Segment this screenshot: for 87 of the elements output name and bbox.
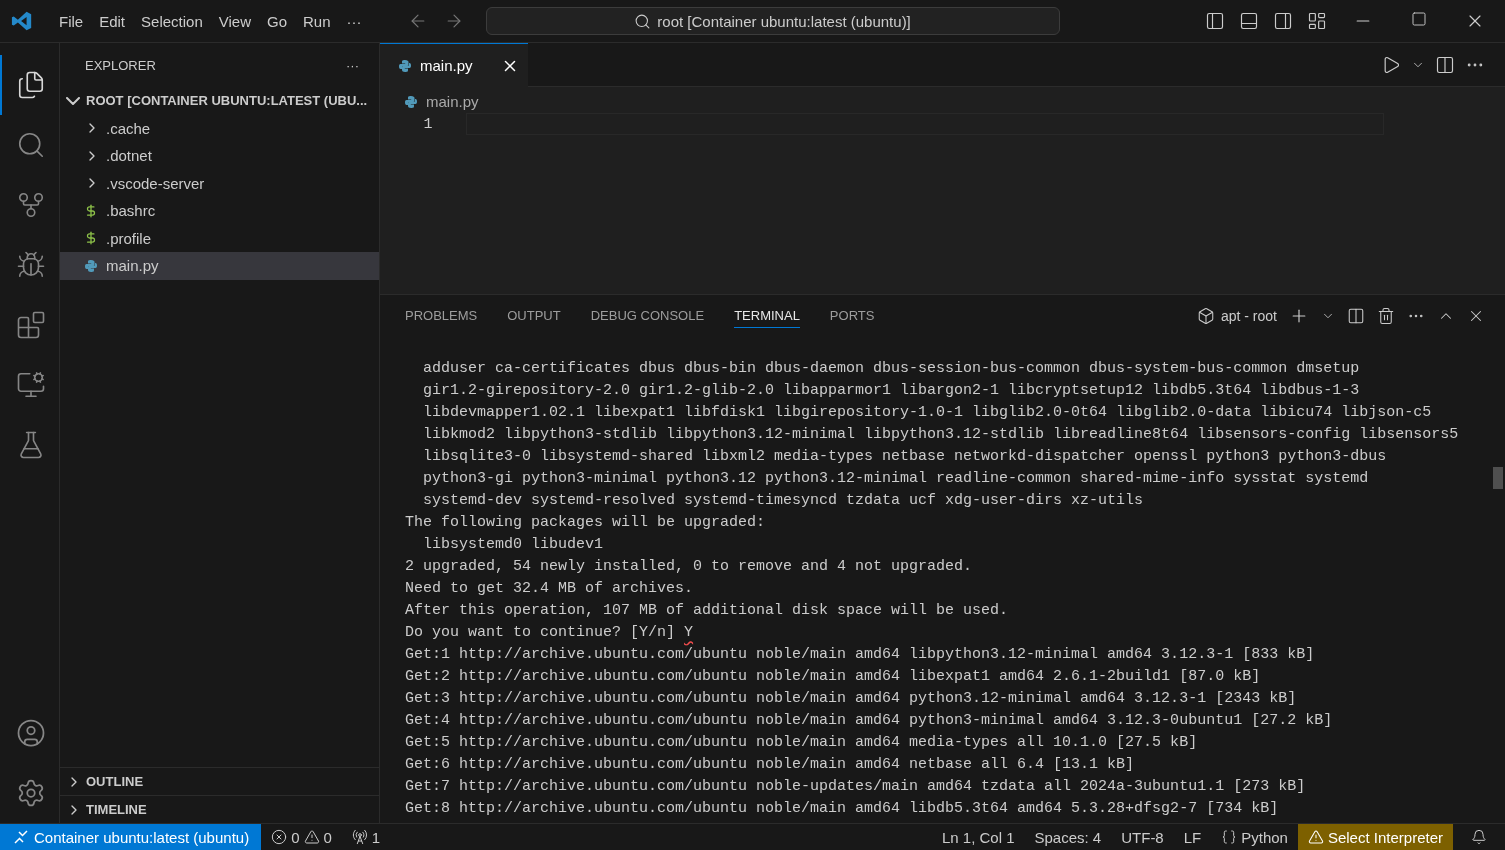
menu-item[interactable]: File: [51, 12, 92, 30]
menu-item[interactable]: Run: [295, 12, 339, 30]
bell-icon: [1471, 829, 1487, 845]
terminal-line: Get:3 http://archive.ubuntu.com/ubuntu noble/main amd64 python3.12-minimal amd64 3.12.3-1 [2343 kB]: [405, 689, 1297, 709]
terminal-line: 2 upgraded, 54 newly installed, 0 to remove and 4 not upgraded.: [405, 557, 973, 577]
vscode-logo: [11, 10, 33, 32]
terminal-line: Get:2 http://archive.ubuntu.com/ubuntu noble/main amd64 libexpat1 amd64 2.6.1-2build1 [87.0 kB]: [405, 667, 1261, 687]
file-tree-item[interactable]: .dotnet: [60, 142, 379, 170]
terminal-line: python3-gi python3-minimal python3.12 python3.12-minimal readline-common shared-mime-info sysstat systemd: [422, 469, 1369, 489]
terminal-line: Get:8 http://archive.ubuntu.com/ubuntu noble/main amd64 libdb5.3t64 amd64 5.3.28+dfsg2-7 [734 kB]: [405, 799, 1279, 819]
select-interpreter-button[interactable]: Select Interpreter: [1297, 824, 1453, 850]
terminal-line: After this operation, 107 MB of additional disk space will be used.: [405, 601, 1009, 621]
panel-tab[interactable]: DEBUG CONSOLE: [590, 304, 705, 328]
panel-tab[interactable]: OUTPUT: [507, 304, 561, 328]
terminal-line: The following packages will be upgraded:: [405, 513, 766, 533]
terminal-line: systemd-dev systemd-resolved systemd-timesyncd tzdata ucf xdg-user-dirs xz-utils: [422, 491, 1144, 511]
braces-icon: [1221, 829, 1238, 845]
terminal-line: Get:7 http://archive.ubuntu.com/ubuntu noble-updates/main amd64 tzdata all 2024a-3ubuntu1.1 [273 kB]: [405, 777, 1306, 797]
toggle-secondary-sidebar-icon[interactable]: [1273, 11, 1293, 31]
line-number: 1: [422, 115, 434, 133]
split-terminal-icon[interactable]: [1347, 307, 1365, 325]
panel-tab[interactable]: TERMINAL: [734, 304, 800, 328]
split-editor-icon[interactable]: [1435, 54, 1455, 75]
file-tree-item[interactable]: .bashrc: [60, 197, 379, 225]
file-tree-item[interactable]: .cache: [60, 114, 379, 142]
terminal-line: Get:6 http://archive.ubuntu.com/ubuntu noble/main amd64 netbase all 6.4 [13.1 kB]: [405, 755, 1135, 775]
status-item[interactable]: Ln 1, Col 1: [931, 824, 1025, 850]
account-icon[interactable]: [15, 718, 46, 748]
panel-tab[interactable]: PROBLEMS: [405, 304, 478, 328]
problems-indicator[interactable]: 0 0: [261, 824, 342, 850]
file-tree-item[interactable]: main.py: [60, 252, 379, 280]
file-tree-item[interactable]: .profile: [60, 224, 379, 252]
status-item[interactable]: UTF-8: [1111, 824, 1174, 850]
terminal-line: libsystemd0 libudev1: [422, 535, 604, 555]
terminal-line: Need to get 32.4 MB of archives.: [405, 579, 694, 599]
terminal-line: Do you want to continue? [Y/n] Y: [405, 623, 694, 643]
terminal-name[interactable]: apt - root: [1220, 308, 1277, 324]
remote-indicator[interactable]: Container ubuntu:latest (ubuntu): [0, 824, 262, 850]
command-center[interactable]: root [Container ubuntu:latest (ubuntu)]: [485, 7, 1060, 35]
folder-root[interactable]: ROOT [CONTAINER UBUNTU:LATEST (UBU...: [60, 87, 379, 115]
maximize-icon[interactable]: [1411, 11, 1427, 27]
language-indicator[interactable]: Python: [1211, 824, 1298, 850]
toggle-sidebar-icon[interactable]: [1205, 11, 1225, 31]
remote-icon: [14, 830, 28, 844]
breadcrumb[interactable]: main.py: [426, 93, 479, 110]
dollar-icon: [84, 231, 98, 246]
terminal-box-icon[interactable]: [1196, 307, 1215, 325]
error-icon: [271, 829, 288, 845]
warning-icon: [303, 829, 320, 845]
remote-monitor-icon: [15, 370, 46, 400]
editor-tab[interactable]: main.py: [380, 43, 528, 87]
terminal-line: libdevmapper1.02.1 libexpat1 libfdisk1 libgirepository-1.0-1 libglib2.0-0t64 libglib2.0-data libicu74 libjson-c5: [422, 403, 1432, 423]
panel-tab[interactable]: PORTS: [829, 304, 875, 328]
layout-icon[interactable]: [1307, 11, 1327, 31]
command-center-text: root [Container ubuntu:latest (ubuntu)]: [657, 12, 911, 30]
search-icon: [634, 12, 652, 30]
python-file-icon: [404, 94, 418, 109]
sidebar-section[interactable]: TIMELINE: [60, 795, 379, 823]
terminal-line: Get:1 http://archive.ubuntu.com/ubuntu noble/main amd64 libpython3.12-minimal amd64 3.12.3-1 [833 kB]: [405, 645, 1315, 665]
toggle-panel-icon[interactable]: [1239, 11, 1259, 31]
antenna-icon: [351, 829, 368, 845]
sidebar-section[interactable]: OUTLINE: [60, 767, 379, 795]
terminal-line: Get:5 http://archive.ubuntu.com/ubuntu noble/main amd64 media-types all 10.1.0 [27.5 kB]: [405, 733, 1198, 753]
terminal-line: adduser ca-certificates dbus dbus-bin dbus-daemon dbus-session-bus-common dbus-system-bus-common dmsetup: [422, 359, 1360, 379]
terminal-line: libsqlite3-0 libsystemd-shared libxml2 media-types netbase networkd-dispatcher openssl python3 python3-dbus: [422, 447, 1387, 467]
warning-icon: [1307, 829, 1324, 845]
sidebar-title: EXPLORER: [85, 57, 156, 73]
trash-icon[interactable]: [1377, 307, 1395, 325]
python-file-icon: [84, 258, 98, 273]
menu-item[interactable]: Go: [259, 12, 295, 30]
status-item[interactable]: LF: [1173, 824, 1212, 850]
python-file-icon: [398, 58, 412, 73]
menu-item[interactable]: ···: [338, 12, 370, 30]
menu-item[interactable]: Selection: [133, 12, 211, 30]
terminal-line: gir1.2-girepository-2.0 gir1.2-glib-2.0 libapparmor1 libargon2-1 libcryptsetup12 libdb5.3t64 libdbus-1-3: [422, 381, 1360, 401]
terminal-line: Get:4 http://archive.ubuntu.com/ubuntu noble/main amd64 python3-minimal amd64 3.12.3-0ubuntu1 [27.2 kB]: [405, 711, 1333, 731]
menu-item[interactable]: View: [210, 12, 259, 30]
scrollbar-thumb[interactable]: [1493, 467, 1503, 489]
terminal-line: libkmod2 libpython3-stdlib libpython3.12-minimal libpython3.12-stdlib libreadline8t64 libsensors-config libsensors5: [422, 425, 1459, 445]
file-tree-item[interactable]: .vscode-server: [60, 169, 379, 197]
ports-indicator[interactable]: 1: [341, 824, 391, 850]
status-item[interactable]: Spaces: 4: [1024, 824, 1112, 850]
menu-item[interactable]: Edit: [91, 12, 134, 30]
more-actions[interactable]: ···: [346, 57, 359, 73]
blocks-icon: [15, 310, 46, 340]
bug-icon: [15, 250, 46, 280]
dollar-icon: [84, 203, 98, 218]
